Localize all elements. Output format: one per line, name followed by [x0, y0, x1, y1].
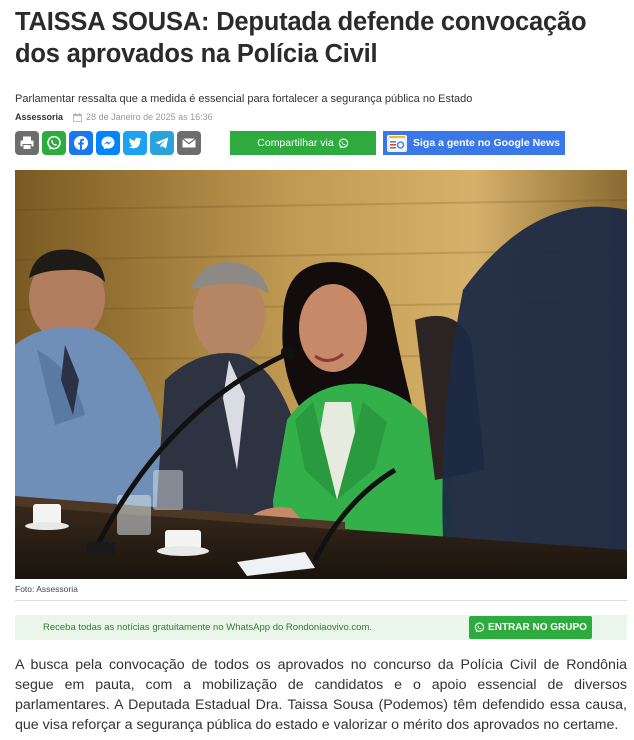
calendar-icon — [73, 112, 83, 122]
share-bar — [15, 131, 201, 155]
whatsapp-share-label: Compartilhar via — [257, 137, 334, 149]
article-title: TAISSA SOUSA: Deputada defende convocaçã… — [15, 8, 587, 68]
whatsapp-icon — [474, 622, 485, 633]
photo-caption: Foto: Assessoria — [15, 584, 78, 594]
article-subtitle: Parlamentar ressalta que a medida é esse… — [15, 93, 473, 105]
article-date: 28 de Janeiro de 2025 às 16:36 — [86, 112, 213, 122]
messenger-icon[interactable] — [96, 131, 120, 155]
telegram-icon[interactable] — [150, 131, 174, 155]
facebook-icon[interactable] — [69, 131, 93, 155]
whatsapp-icon — [338, 138, 349, 149]
whatsapp-banner-text: Receba todas as notícias gratuitamente n… — [43, 622, 372, 633]
article-meta: Assessoria 28 de Janeiro de 2025 às 16:3… — [15, 112, 213, 122]
article-body: A busca pela convocação de todos os apro… — [15, 657, 627, 733]
twitter-icon[interactable] — [123, 131, 147, 155]
divider — [15, 600, 627, 601]
whatsapp-icon[interactable] — [42, 131, 66, 155]
email-icon[interactable] — [177, 131, 201, 155]
google-news-button[interactable]: Siga a gente no Google News — [383, 131, 565, 155]
join-group-button[interactable]: ENTRAR NO GRUPO — [469, 616, 592, 639]
whatsapp-share-button[interactable]: Compartilhar via — [230, 131, 376, 155]
google-news-icon — [387, 134, 407, 152]
article-photo — [15, 170, 627, 579]
article-author[interactable]: Assessoria — [15, 112, 63, 122]
join-group-label: ENTRAR NO GRUPO — [488, 622, 587, 633]
print-icon[interactable] — [15, 131, 39, 155]
whatsapp-group-banner: Receba todas as notícias gratuitamente n… — [15, 615, 627, 640]
google-news-label: Siga a gente no Google News — [413, 137, 561, 149]
